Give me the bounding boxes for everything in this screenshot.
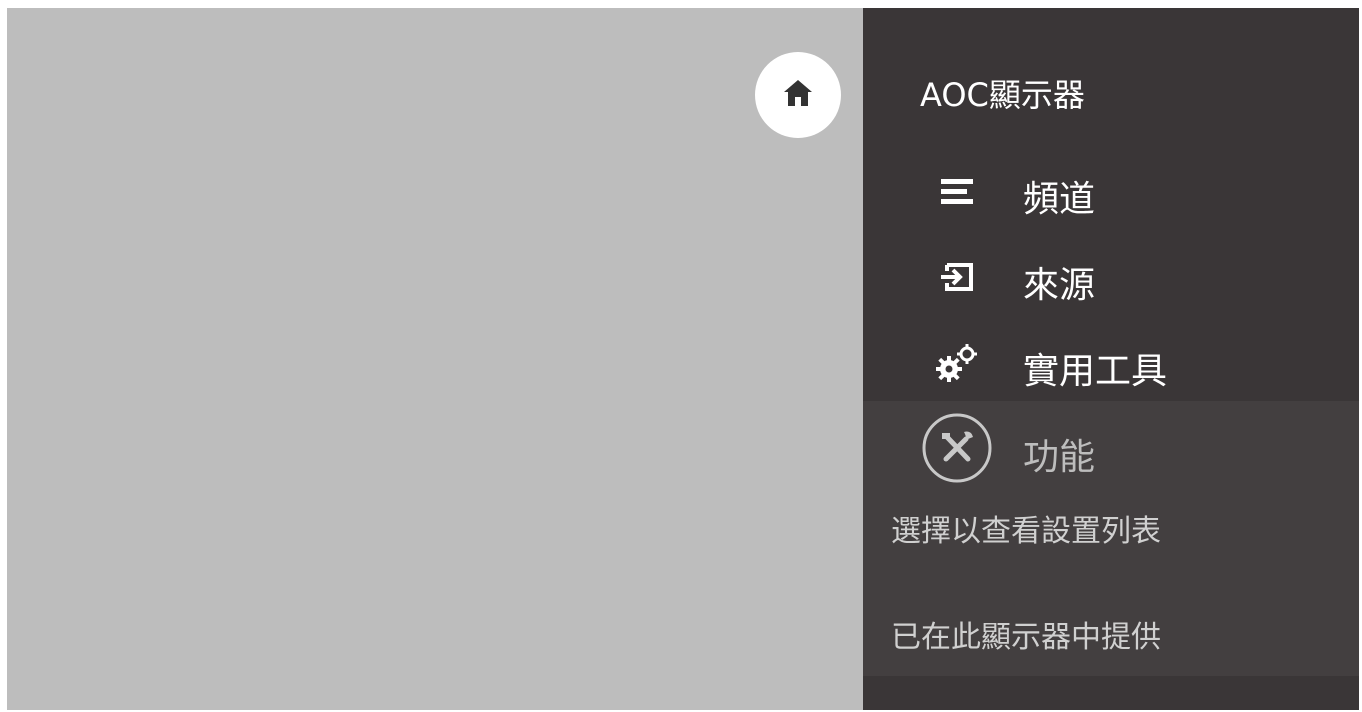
- panel-title: AOC顯示器: [920, 76, 1085, 114]
- gears-icon: [921, 327, 993, 399]
- menu-item-features[interactable]: 功能: [863, 406, 1359, 492]
- tools-icon: [921, 412, 993, 484]
- menu-item-label: 頻道: [1023, 179, 1096, 220]
- menu-item-utilities[interactable]: 實用工具: [863, 320, 1359, 406]
- list-icon: [921, 155, 993, 227]
- menu-item-source[interactable]: 來源: [863, 234, 1359, 320]
- home-icon: [783, 79, 813, 111]
- side-menu-panel: AOC顯示器 頻道 來源 實用工具 功能 選擇以查看設置列表 已在此顯示器中提供: [863, 8, 1359, 710]
- menu-item-label: 實用工具: [1023, 351, 1168, 392]
- menu-item-label: 來源: [1023, 265, 1096, 306]
- input-source-icon: [921, 241, 993, 313]
- menu-item-channels[interactable]: 頻道: [863, 148, 1359, 234]
- description-text: 選擇以查看設置列表: [891, 514, 1161, 549]
- home-button[interactable]: [755, 52, 841, 138]
- availability-text: 已在此顯示器中提供: [891, 620, 1161, 655]
- screen: AOC顯示器 頻道 來源 實用工具 功能 選擇以查看設置列表 已在此顯示器中提供: [0, 0, 1362, 712]
- content-area: [7, 8, 863, 710]
- menu-item-label: 功能: [1023, 437, 1096, 478]
